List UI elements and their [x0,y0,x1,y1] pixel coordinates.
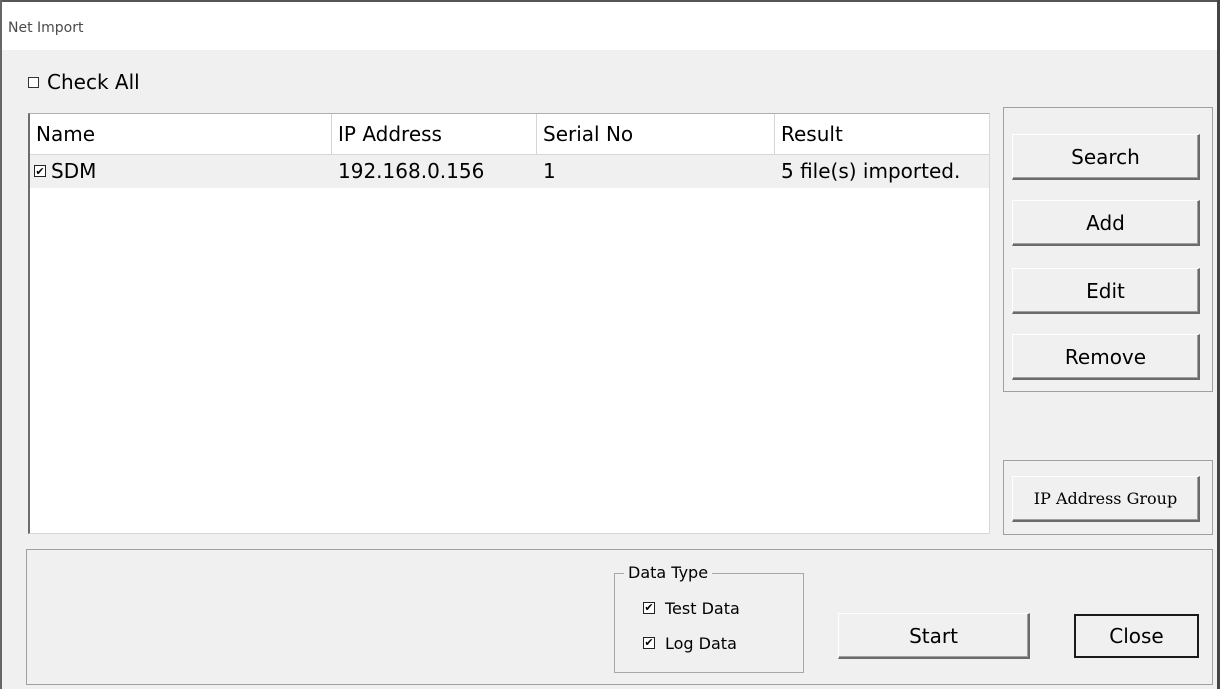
data-type-group [614,573,804,673]
device-list[interactable]: Name IP Address Serial No Result ✔ SDM 19… [28,113,990,534]
log-data-checkbox[interactable]: ✔ Log Data [643,631,737,655]
row-ip-address: 192.168.0.156 [338,159,485,183]
row-result: 5 file(s) imported. [781,159,961,183]
close-button[interactable]: Close [1074,614,1199,658]
ip-address-group-button[interactable]: IP Address Group [1012,476,1200,522]
check-all-checkbox[interactable]: Check All [28,70,140,94]
window-left-border [0,0,2,689]
start-button[interactable]: Start [838,613,1030,659]
test-data-label: Test Data [665,598,740,618]
column-header-result[interactable]: Result [775,114,989,154]
net-import-window: Net Import Check All Name IP Address Ser… [0,0,1220,689]
table-row[interactable]: ✔ SDM 192.168.0.156 1 5 file(s) imported. [30,155,989,188]
remove-button[interactable]: Remove [1012,334,1200,380]
log-data-label: Log Data [665,633,737,653]
row-checkbox[interactable]: ✔ [34,164,46,177]
test-data-box[interactable]: ✔ [643,602,655,614]
test-data-checkbox[interactable]: ✔ Test Data [643,596,740,620]
row-name: SDM [51,159,97,183]
row-name-cell: ✔ SDM [30,155,332,188]
log-data-box[interactable]: ✔ [643,637,655,649]
column-header-ip-address[interactable]: IP Address [332,114,537,154]
column-header-name[interactable]: Name [30,114,332,154]
window-top-border [0,0,1220,2]
column-header-serial-no[interactable]: Serial No [537,114,775,154]
check-all-box[interactable] [28,76,39,88]
data-type-title: Data Type [624,563,713,582]
window-title: Net Import [8,20,84,36]
list-header: Name IP Address Serial No Result [30,114,989,155]
row-serial-no: 1 [543,159,556,183]
check-all-label: Check All [47,70,140,94]
title-bar: Net Import [0,0,1220,50]
add-button[interactable]: Add [1012,200,1200,246]
edit-button[interactable]: Edit [1012,268,1200,314]
search-button[interactable]: Search [1012,134,1200,180]
